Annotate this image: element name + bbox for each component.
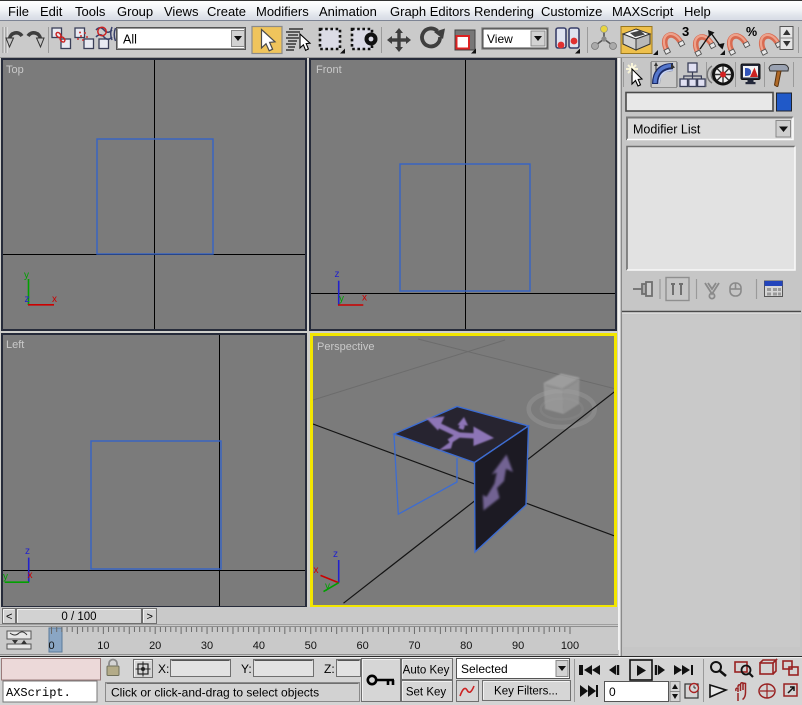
svg-text:Y:: Y:: [241, 662, 252, 676]
svg-text:Left: Left: [6, 339, 24, 351]
svg-text:x: x: [362, 293, 367, 304]
svg-text:<: <: [6, 611, 12, 623]
svg-text:y: y: [3, 572, 8, 583]
svg-text:y: y: [325, 581, 330, 592]
svg-text:z: z: [25, 294, 30, 305]
svg-text:>: >: [147, 611, 153, 623]
svg-text:z: z: [333, 549, 338, 560]
svg-text:Key Filters...: Key Filters...: [494, 686, 558, 698]
svg-text:x: x: [314, 565, 319, 576]
svg-text:y: y: [339, 294, 344, 305]
svg-text:Set Key: Set Key: [406, 687, 447, 699]
svg-text:Top: Top: [6, 64, 24, 76]
svg-text:z: z: [335, 269, 340, 280]
svg-text:Perspective: Perspective: [317, 341, 374, 353]
svg-text:20: 20: [149, 640, 161, 652]
svg-text:All: All: [123, 33, 137, 47]
svg-text:0 / 100: 0 / 100: [61, 611, 96, 623]
svg-text:0: 0: [609, 685, 616, 699]
svg-text:3: 3: [682, 24, 689, 39]
svg-text:AXScript.: AXScript.: [6, 686, 71, 700]
svg-text:70: 70: [408, 640, 420, 652]
svg-text:Front: Front: [316, 64, 342, 76]
svg-text:100: 100: [561, 640, 579, 652]
svg-text:X:: X:: [158, 662, 169, 676]
svg-text:90: 90: [512, 640, 524, 652]
svg-text:10: 10: [97, 640, 109, 652]
svg-text:Selected: Selected: [461, 662, 508, 676]
svg-text:y: y: [24, 270, 29, 281]
svg-text:x: x: [52, 294, 57, 305]
svg-text:x: x: [28, 570, 33, 581]
svg-text:Modifier List: Modifier List: [633, 123, 701, 137]
svg-text:Auto Key: Auto Key: [403, 665, 450, 677]
svg-text:View: View: [487, 32, 513, 46]
svg-text:40: 40: [253, 640, 265, 652]
svg-text:30: 30: [201, 640, 213, 652]
svg-text:z: z: [25, 546, 30, 557]
svg-text:Z:: Z:: [324, 662, 335, 676]
svg-text:80: 80: [460, 640, 472, 652]
svg-text:50: 50: [305, 640, 317, 652]
svg-text:60: 60: [356, 640, 368, 652]
svg-text:Click or click-and-drag to sel: Click or click-and-drag to select object…: [111, 686, 319, 700]
svg-text:0: 0: [48, 640, 54, 652]
svg-text:%: %: [746, 25, 757, 39]
